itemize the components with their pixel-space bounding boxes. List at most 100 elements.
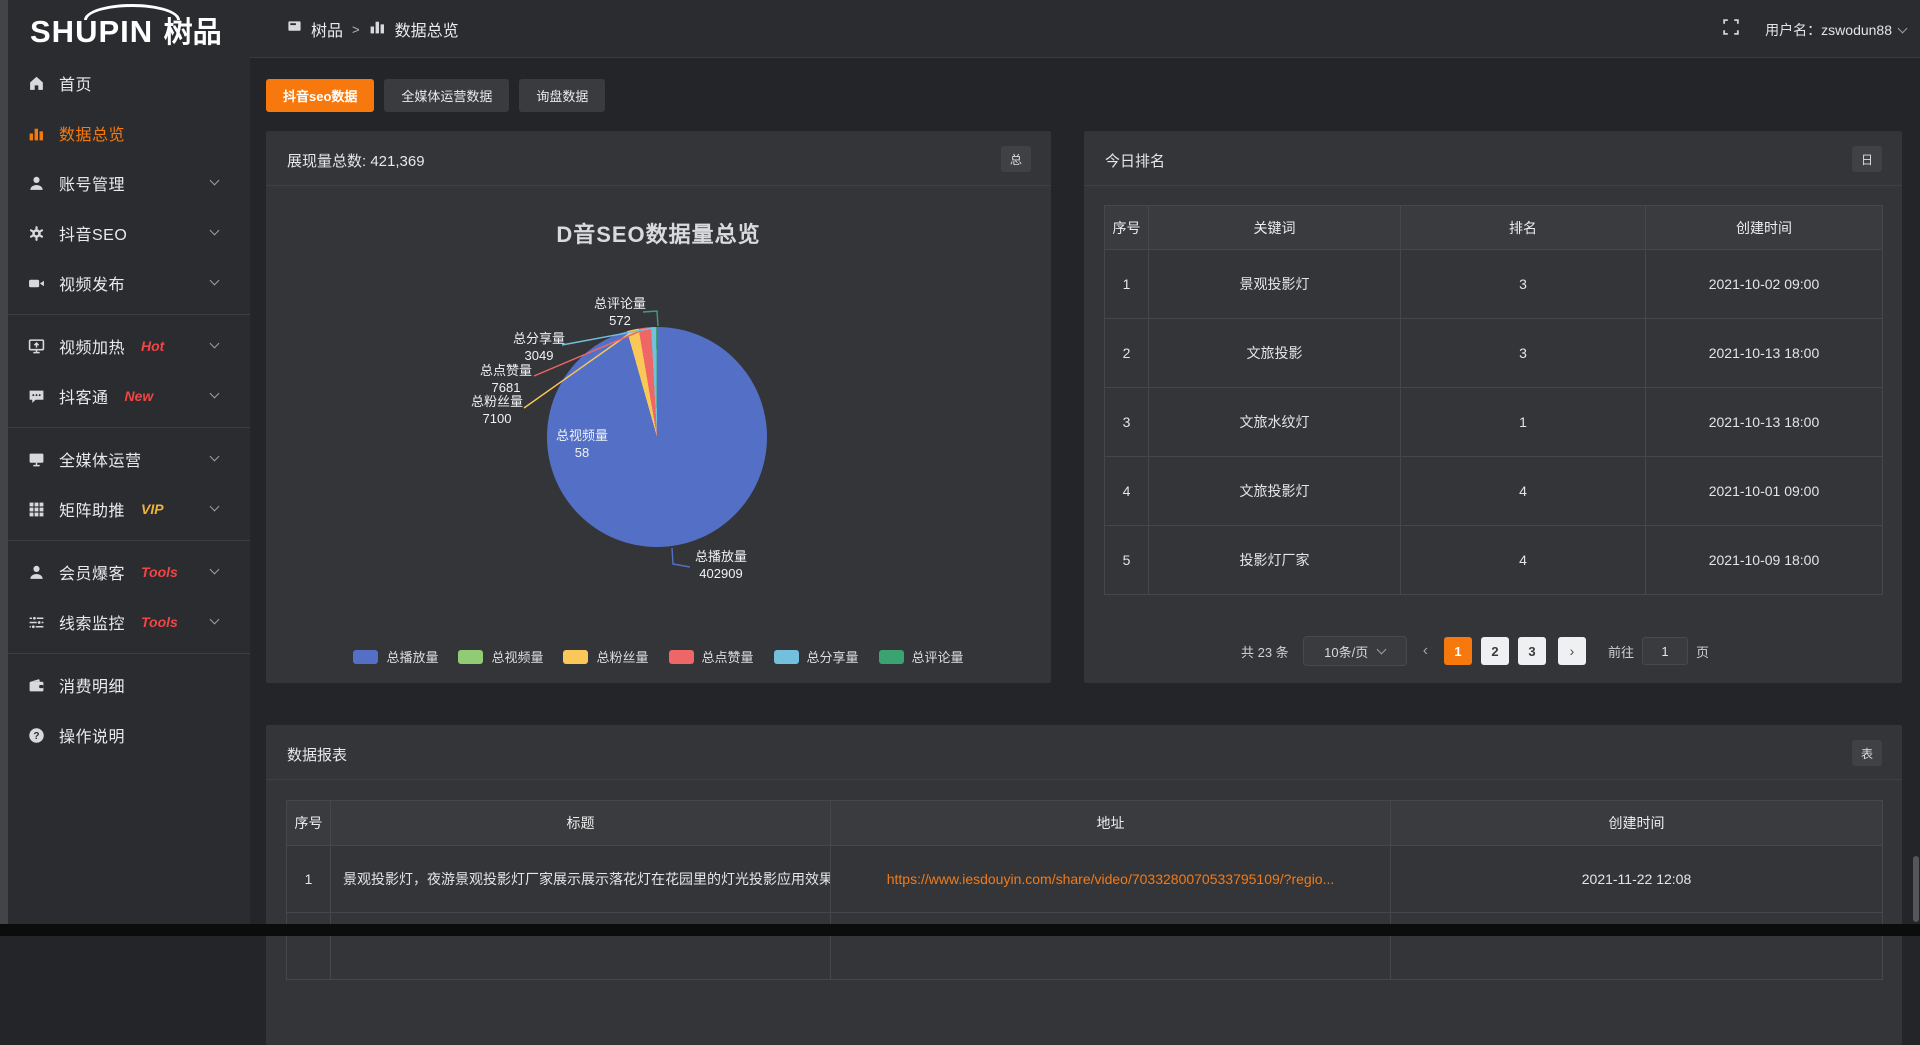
screen-up-icon xyxy=(26,336,46,356)
report-badge-button[interactable]: 表 xyxy=(1852,740,1882,766)
page-button[interactable]: 3 xyxy=(1518,637,1546,665)
sidebar-item-label: 视频发布 xyxy=(59,271,125,295)
legend-item[interactable]: 总视频量 xyxy=(458,647,543,666)
bottom-edge-bar xyxy=(0,924,1920,936)
table-cell: 5 xyxy=(1105,526,1149,595)
ranking-panel-header: 今日排名 日 xyxy=(1084,131,1902,186)
data-tabs: 抖音seo数据全媒体运营数据询盘数据 xyxy=(266,79,605,112)
pagination-total: 共 23 条 xyxy=(1241,642,1289,661)
jump-page-input[interactable] xyxy=(1642,637,1688,665)
scrollbar-thumb[interactable] xyxy=(1913,856,1919,922)
ranking-badge-button[interactable]: 日 xyxy=(1852,146,1882,172)
breadcrumb-current[interactable]: 数据总览 xyxy=(395,17,459,41)
sidebar: SHUPIN 树品 首页数据总览账号管理抖音SEO视频发布视频加热Hot抖客通N… xyxy=(8,0,250,936)
gear-icon xyxy=(26,223,46,243)
sidebar-item-label: 线索监控 xyxy=(59,610,125,634)
sidebar-item[interactable]: 会员爆客Tools xyxy=(8,547,250,597)
sidebar-item-badge: Hot xyxy=(141,338,164,354)
table-cell: 投影灯厂家 xyxy=(1149,526,1401,595)
tab-button[interactable]: 全媒体运营数据 xyxy=(384,79,509,112)
table-cell xyxy=(831,913,1391,980)
fullscreen-icon[interactable] xyxy=(1723,19,1739,40)
question-icon: ? xyxy=(26,725,46,745)
legend-item[interactable]: 总播放量 xyxy=(353,647,438,666)
breadcrumb-root[interactable]: 树品 xyxy=(311,17,343,41)
table-cell xyxy=(331,913,831,980)
chart-legend: 总播放量 总视频量 总粉丝量 总点赞量 总分享量 总评论量 xyxy=(266,647,1051,666)
legend-label: 总点赞量 xyxy=(702,647,754,666)
tab-active[interactable]: 抖音seo数据 xyxy=(266,79,374,112)
column-header: 标题 xyxy=(331,801,831,846)
sidebar-item[interactable]: 视频发布 xyxy=(8,258,250,308)
page-button[interactable]: 2 xyxy=(1481,637,1509,665)
pagination: 共 23 条 10条/页 ‹ 123 › 前往 页 xyxy=(1241,636,1709,666)
next-page-button[interactable]: › xyxy=(1558,637,1586,665)
table-cell: 4 xyxy=(1105,457,1149,526)
chevron-down-icon xyxy=(210,389,220,399)
legend-item[interactable]: 总点赞量 xyxy=(669,647,754,666)
table-cell: 1 xyxy=(1105,250,1149,319)
column-header: 序号 xyxy=(287,801,331,846)
sidebar-item-label: 矩阵助推 xyxy=(59,497,125,521)
table-row: 1景观投影灯32021-10-02 09:00 xyxy=(1105,250,1883,319)
table-cell: 2021-10-09 18:00 xyxy=(1646,526,1883,595)
sidebar-divider xyxy=(8,314,250,315)
chevron-down-icon xyxy=(210,226,220,236)
table-cell: 文旅投影 xyxy=(1149,319,1401,388)
pie-label-value: 58 xyxy=(552,444,612,461)
pie-label-name: 总分享量 xyxy=(509,330,569,347)
sidebar-item-label: 数据总览 xyxy=(59,121,125,145)
sidebar-item[interactable]: 数据总览 xyxy=(8,108,250,158)
sidebar-item[interactable]: 首页 xyxy=(8,58,250,108)
column-header: 地址 xyxy=(831,801,1391,846)
table-cell: 3 xyxy=(1105,388,1149,457)
sidebar-item[interactable]: 账号管理 xyxy=(8,158,250,208)
pie-slice-label: 总粉丝量7100 xyxy=(467,393,527,427)
chevron-down-icon xyxy=(1377,645,1387,655)
sidebar-item[interactable]: 抖客通New xyxy=(8,371,250,421)
overview-badge-button[interactable]: 总 xyxy=(1001,146,1031,172)
legend-label: 总分享量 xyxy=(807,647,859,666)
sidebar-divider xyxy=(8,540,250,541)
pie-slice-label: 总播放量402909 xyxy=(681,548,761,582)
sidebar-item-label: 抖客通 xyxy=(59,384,109,408)
column-header: 创建时间 xyxy=(1391,801,1883,846)
chart-icon xyxy=(26,123,46,143)
pie-label-name: 总视频量 xyxy=(552,427,612,444)
legend-swatch xyxy=(669,650,694,664)
pie-label-name: 总点赞量 xyxy=(476,362,536,379)
prev-page-button[interactable]: ‹ xyxy=(1419,642,1432,660)
page-button[interactable]: 1 xyxy=(1444,637,1472,665)
table-cell-title: 景观投影灯，夜游景观投影灯厂家展示展示落花灯在花园里的灯光投影应用效果 # xyxy=(331,846,831,913)
pie-label-value: 572 xyxy=(590,312,650,329)
sidebar-item[interactable]: 视频加热 Hot xyxy=(8,321,250,371)
sidebar-item[interactable]: 抖音SEO xyxy=(8,208,250,258)
wallet-icon xyxy=(26,675,46,695)
legend-item[interactable]: 总分享量 xyxy=(774,647,859,666)
table-row: 1景观投影灯，夜游景观投影灯厂家展示展示落花灯在花园里的灯光投影应用效果 #ht… xyxy=(287,846,1883,913)
chevron-down-icon xyxy=(210,339,220,349)
sidebar-item[interactable]: 矩阵助推VIP xyxy=(8,484,250,534)
pie-label-name: 总播放量 xyxy=(681,548,761,565)
legend-label: 总评论量 xyxy=(912,647,964,666)
video-link[interactable]: https://www.iesdouyin.com/share/video/70… xyxy=(887,871,1335,887)
table-cell: 景观投影灯 xyxy=(1149,250,1401,319)
chat-icon xyxy=(26,386,46,406)
sidebar-item[interactable]: 全媒体运营 xyxy=(8,434,250,484)
top-header: 树品 > 数据总览 用户名：zswodun88 xyxy=(250,0,1920,58)
table-cell: 2 xyxy=(1105,319,1149,388)
sidebar-item[interactable]: 线索监控Tools xyxy=(8,597,250,647)
sidebar-item[interactable]: ?操作说明 xyxy=(8,710,250,760)
sidebar-item-label: 视频加热 xyxy=(59,334,125,358)
pie-label-value: 7100 xyxy=(467,410,527,427)
table-cell: 1 xyxy=(1401,388,1646,457)
ranking-panel: 今日排名 日 序号关键词排名创建时间 1景观投影灯32021-10-02 09:… xyxy=(1084,131,1902,683)
page-size-select[interactable]: 10条/页 xyxy=(1303,636,1407,666)
tab-button[interactable]: 询盘数据 xyxy=(519,79,605,112)
sidebar-item[interactable]: 消费明细 xyxy=(8,660,250,710)
legend-item[interactable]: 总粉丝量 xyxy=(563,647,648,666)
legend-item[interactable]: 总评论量 xyxy=(879,647,964,666)
username-dropdown[interactable]: 用户名：zswodun88 xyxy=(1765,20,1906,40)
report-table-header-row: 序号标题地址创建时间 xyxy=(287,801,1883,846)
report-table: 序号标题地址创建时间 1景观投影灯，夜游景观投影灯厂家展示展示落花灯在花园里的灯… xyxy=(286,800,1883,980)
